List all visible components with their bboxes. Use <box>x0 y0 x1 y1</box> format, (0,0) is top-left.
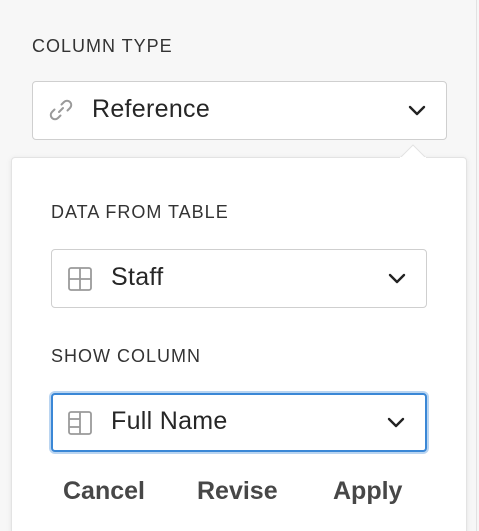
reference-column-config: COLUMN TYPE Reference DATA FROM TABLE St… <box>0 0 479 531</box>
link-icon <box>48 97 74 123</box>
chevron-down-icon <box>408 105 426 115</box>
data-from-table-label: DATA FROM TABLE <box>51 202 229 222</box>
chevron-down-icon <box>388 273 406 283</box>
chevron-down-icon <box>387 417 405 427</box>
column-type-select[interactable]: Reference <box>32 81 447 140</box>
show-column-value: Full Name <box>111 407 228 435</box>
column-type-label: COLUMN TYPE <box>32 36 173 56</box>
show-column-label: SHOW COLUMN <box>51 346 201 366</box>
apply-button[interactable]: Apply <box>333 477 402 506</box>
revise-button[interactable]: Revise <box>197 477 278 506</box>
show-column-select[interactable]: Full Name <box>51 393 427 452</box>
data-from-table-select[interactable]: Staff <box>51 249 427 308</box>
cancel-button[interactable]: Cancel <box>63 477 145 506</box>
popup-actions: Cancel Revise Apply <box>0 477 479 513</box>
table-grid-icon <box>67 266 93 292</box>
column-layout-icon <box>67 410 93 436</box>
data-from-table-value: Staff <box>111 263 164 291</box>
panel-edge <box>476 0 477 531</box>
popup-caret <box>400 144 426 158</box>
column-type-value: Reference <box>92 95 211 123</box>
